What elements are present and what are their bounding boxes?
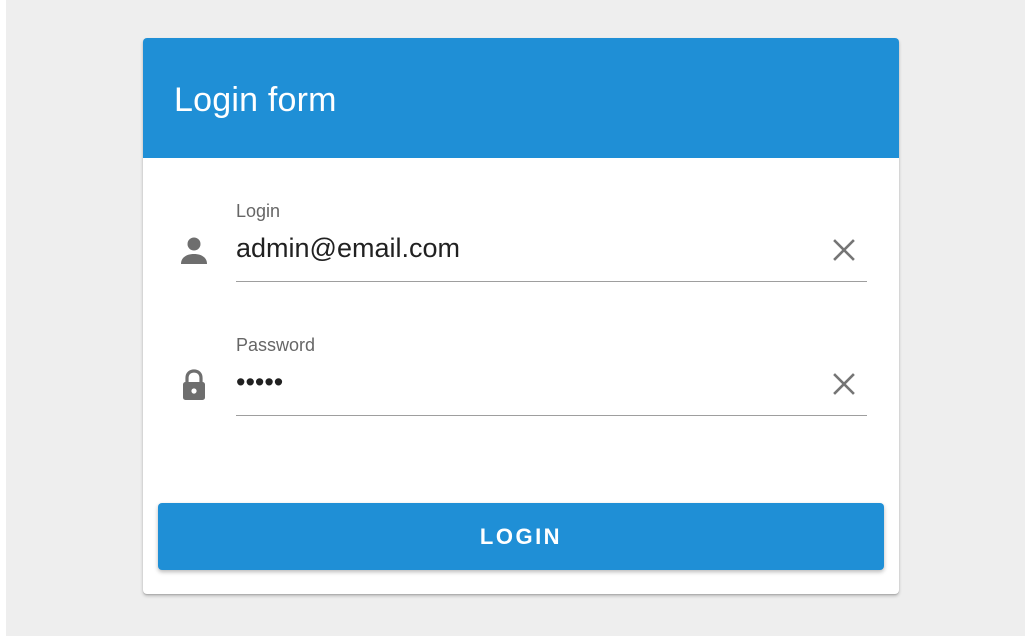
login-button[interactable]: LOGIN	[158, 503, 884, 570]
card-header: Login form	[143, 38, 899, 158]
login-input[interactable]	[236, 228, 796, 268]
login-underline	[236, 281, 867, 282]
lock-icon	[179, 368, 209, 402]
login-card: Login form Login admin@email.com Passwor…	[143, 38, 899, 594]
close-icon[interactable]	[827, 367, 861, 401]
form-title: Login form	[174, 81, 337, 119]
login-field: Login	[143, 188, 899, 288]
password-underline	[236, 415, 867, 416]
password-field: Password	[143, 322, 899, 422]
password-input[interactable]	[236, 362, 796, 402]
page-background: Login form Login admin@email.com Passwor…	[6, 0, 1025, 636]
password-label: Password	[236, 335, 316, 355]
person-icon	[179, 234, 209, 268]
close-icon[interactable]	[827, 233, 861, 267]
login-label: Login	[236, 201, 281, 221]
